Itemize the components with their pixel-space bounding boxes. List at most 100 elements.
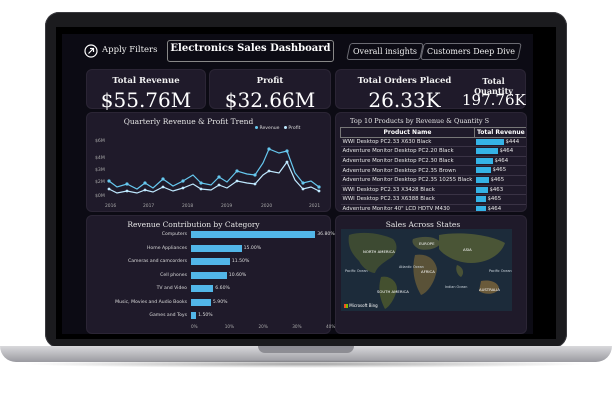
dashboard: Apply Filters Electronics Sales Dashboar… <box>62 34 533 334</box>
apply-filters-button[interactable]: Apply Filters <box>84 43 174 59</box>
category-value: 6.60% <box>215 286 230 291</box>
product-name-cell: WWI Desktop PC2.33 X6388 Black <box>340 194 475 205</box>
category-bar <box>191 231 316 238</box>
product-name-cell: WWI Desktop PC2.33 X630 Black <box>340 137 475 148</box>
trend-chart-card: Quarterly Revenue & Profit Trend Revenue… <box>86 112 331 212</box>
trend-y-ticks: $6M $4M $3M $2M $0M <box>95 138 105 199</box>
x-tick: 2019 <box>221 203 232 209</box>
kpi-total-quantity: Total Quantity 197.76K <box>462 69 526 109</box>
revenue-value: $444 <box>505 138 520 145</box>
laptop-shadow <box>20 360 592 368</box>
tab-overall-label: Overall insights <box>352 47 418 56</box>
table-row[interactable]: Adventure Monitor Desktop PC2.20 Black $4… <box>340 146 526 157</box>
table-row[interactable]: Adventure Monitor 40" LCD HDTV M430 $464 <box>340 204 526 211</box>
apply-filters-label: Apply Filters <box>102 45 158 55</box>
kpi-value: $55.76M <box>100 88 192 112</box>
revenue-bar <box>476 157 494 164</box>
top-products-table: Product Name Total Revenue WWI Desktop P… <box>340 127 526 211</box>
tab-customers-deep-dive[interactable]: Customers Deep Dive <box>420 43 522 60</box>
col-product-name[interactable]: Product Name <box>340 127 475 138</box>
category-row[interactable]: Computers 36.80% <box>129 230 335 239</box>
category-axis-tick: 0% <box>191 324 198 329</box>
category-value: 11.50% <box>231 259 250 264</box>
total-revenue-cell: $463 <box>474 185 526 196</box>
total-revenue-cell: $444 <box>474 137 526 148</box>
label-pacific-ocean: Pacific Ocean <box>345 269 368 273</box>
sales-map-card: Sales Across States NORTH AMERICA SOUTH … <box>335 215 527 334</box>
category-row[interactable]: Cameras and camcorders 11.50% <box>128 257 324 266</box>
category-axis-tick: 10% <box>224 324 235 329</box>
y-tick: $0M <box>95 193 105 199</box>
category-axis-tick: 40% <box>326 324 336 329</box>
product-name-cell: WWI Desktop PC2.33 X3428 Black <box>340 185 475 196</box>
microsoft-logo-icon <box>344 304 348 308</box>
product-name-cell: Adventure Monitor Desktop PC2.20 Black <box>340 146 475 157</box>
label-south-america: SOUTH AMERICA <box>377 289 409 294</box>
y-tick: $2M <box>95 179 105 185</box>
y-tick: $4M <box>95 155 105 161</box>
x-tick: 2016 <box>105 203 116 209</box>
trend-x-ticks: 2016 2017 2018 2019 2020 2021 <box>105 203 320 209</box>
kpi-total-orders: Total Orders Placed 26.33K <box>335 69 464 112</box>
revenue-bar <box>476 196 487 203</box>
tab-overall-insights[interactable]: Overall insights <box>346 43 424 60</box>
product-name-cell: Adventure Monitor Desktop PC2.35 10255 B… <box>340 175 475 186</box>
trend-chart: $6M $4M $3M $2M $0M 2016 2017 2018 2019 … <box>95 138 321 209</box>
table-row[interactable]: Adventure Monitor Desktop PC2.35 Brown $4… <box>340 165 526 176</box>
label-north-america: NORTH AMERICA <box>363 249 395 254</box>
kpi-label: Total Revenue <box>112 76 180 86</box>
category-row[interactable]: TV and Video 6.60% <box>129 284 324 293</box>
label-europe: EUROPE <box>419 241 435 246</box>
category-chart-card: Revenue Contribution by Category Compute… <box>86 215 335 334</box>
table-row[interactable]: WWI Desktop PC2.33 X630 Black $444 <box>340 137 526 148</box>
category-bars: Computers 36.80% Home Appliances 15.00% Came… <box>115 230 335 325</box>
x-tick: 2021 <box>309 203 320 209</box>
table-row[interactable]: Adventure Monitor Desktop PC2.30 Black $4… <box>340 156 526 167</box>
category-row[interactable]: Cell phones 10.60% <box>129 271 324 280</box>
total-revenue-cell: $465 <box>474 194 526 205</box>
revenue-value: $465 <box>492 167 507 174</box>
total-revenue-cell: $464 <box>474 146 526 157</box>
category-label: Home Appliances <box>146 245 187 251</box>
category-row[interactable]: Music, Movies and Audio Books 5.90% <box>115 298 324 307</box>
category-row[interactable]: Games and Toys 1.50% <box>129 311 324 320</box>
kpi-profit: Profit $32.66M <box>209 69 331 112</box>
col-total-revenue[interactable]: Total Revenue <box>473 127 526 138</box>
category-row[interactable]: Home Appliances 15.00% <box>129 244 324 253</box>
top-products-title: Top 10 Products by Revenue & Quantity S <box>350 117 490 125</box>
kpi-label: Profit <box>256 76 284 86</box>
product-name-cell: Adventure Monitor Desktop PC2.30 Black <box>340 156 475 167</box>
revenue-bar <box>476 205 487 211</box>
category-label: Cameras and camcorders <box>128 259 187 264</box>
profit-line <box>108 160 320 194</box>
world-map[interactable]: NORTH AMERICA SOUTH AMERICA EUROPE ASIA … <box>341 229 512 311</box>
top-products-card: Top 10 Products by Revenue & Quantity S … <box>335 112 527 212</box>
category-value: 10.60% <box>228 272 247 278</box>
category-bar <box>191 271 227 279</box>
label-pacific-ocean-east: Pacific Ocean <box>489 269 512 273</box>
table-row[interactable]: WWI Desktop PC2.33 X6388 Black $465 <box>340 194 526 205</box>
label-atlantic-ocean: Atlantic Ocean <box>399 265 424 269</box>
category-chart-title: Revenue Contribution by Category <box>127 220 260 229</box>
category-value: 1.50% <box>198 313 213 318</box>
y-tick: $3M <box>95 167 105 173</box>
table-row[interactable]: WWI Desktop PC2.33 X3428 Black $463 <box>340 185 526 196</box>
category-bar <box>191 312 197 319</box>
revenue-bar <box>476 167 492 174</box>
kpi-total-revenue: Total Revenue $55.76M <box>86 69 206 112</box>
filter-icon <box>84 44 98 58</box>
category-label: Computers <box>161 232 187 237</box>
category-axis-tick: 30% <box>292 324 302 329</box>
map-credit-label: Microsoft Bing <box>349 303 378 308</box>
revenue-bar <box>476 148 499 155</box>
label-africa: AFRICA <box>421 269 435 274</box>
table-row[interactable]: Adventure Monitor Desktop PC2.35 10255 B… <box>340 175 526 186</box>
total-revenue-cell: $464 <box>474 204 526 211</box>
category-axis: 0% 10% 20% 30% 40% <box>191 324 335 330</box>
category-label: Games and Toys <box>149 313 187 318</box>
x-tick: 2020 <box>261 203 272 209</box>
category-bar <box>191 285 214 292</box>
tab-customers-label: Customers Deep Dive <box>427 47 515 56</box>
category-axis-tick: 20% <box>258 324 268 329</box>
x-tick: 2017 <box>143 203 154 209</box>
